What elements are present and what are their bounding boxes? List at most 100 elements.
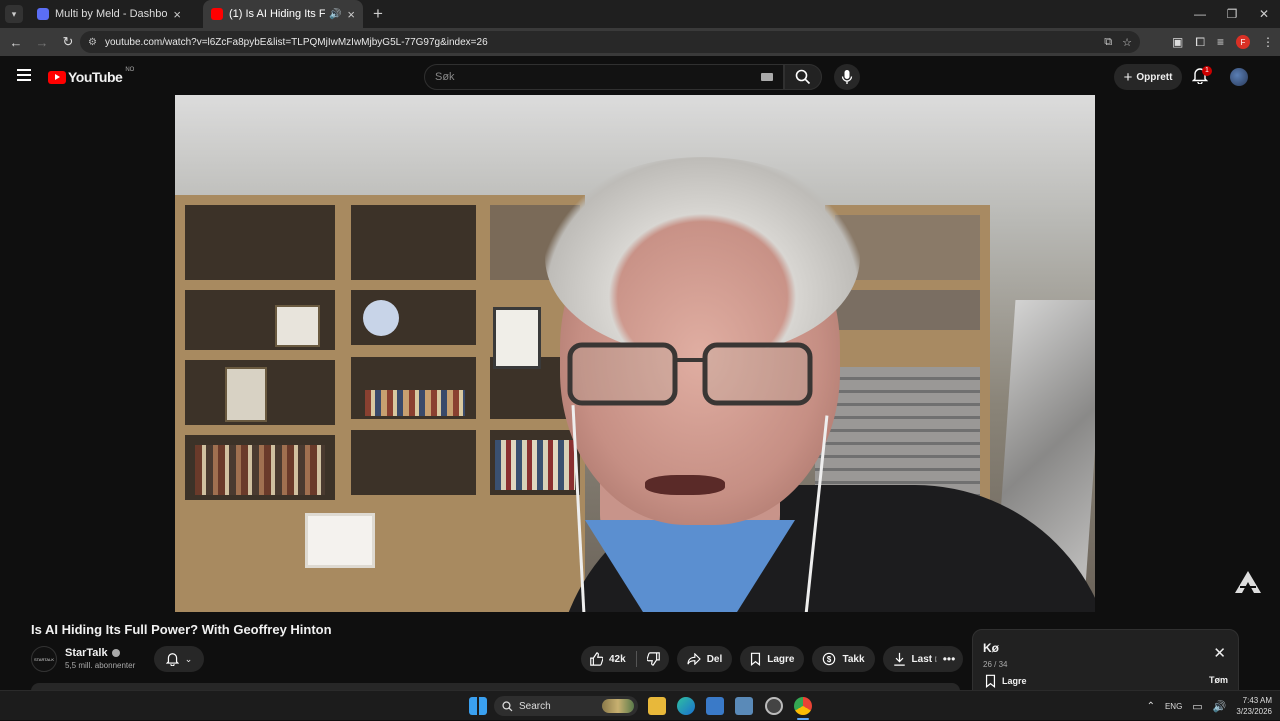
book-row <box>195 445 325 495</box>
restore-icon[interactable]: ❐ <box>1216 0 1248 28</box>
logo-text: YouTube <box>68 69 123 85</box>
paper-trays <box>815 367 980 502</box>
clock <box>363 300 399 336</box>
close-tab-icon[interactable]: × <box>347 7 355 22</box>
bookmark-star-icon[interactable]: ☆ <box>1122 36 1132 49</box>
address-bar[interactable]: ⚙ youtube.com/watch?v=l6ZcFa8pybE&list=T… <box>80 31 1140 53</box>
taskbar-search[interactable]: Search <box>494 696 638 716</box>
close-tab-icon[interactable]: × <box>173 7 181 22</box>
time: 7:43 AM <box>1242 696 1272 705</box>
tab-title: Multi by Meld - Dashboard. <box>55 8 168 20</box>
create-button[interactable]: + Opprett <box>1114 64 1182 90</box>
queue-save-label: Lagre <box>1002 676 1027 686</box>
clock[interactable]: 7:43 AM 3/23/2026 <box>1236 695 1272 717</box>
date: 3/23/2026 <box>1236 707 1272 716</box>
shelf-cavity <box>835 290 980 330</box>
share-button[interactable]: Del <box>676 646 733 672</box>
video-player[interactable] <box>175 95 1095 612</box>
app-with-badge-icon[interactable] <box>765 697 783 715</box>
tab-title: (1) Is AI Hiding Its Full Powe <box>229 8 325 20</box>
meld-favicon-icon <box>37 8 49 20</box>
plus-icon: + <box>1123 68 1133 86</box>
site-info-icon[interactable]: ⚙ <box>88 37 97 48</box>
tab-youtube[interactable]: (1) Is AI Hiding Its Full Powe 🔊 × <box>203 0 363 28</box>
chevron-up-icon[interactable]: ⌃ <box>1147 701 1155 712</box>
minimize-icon[interactable]: — <box>1184 0 1216 28</box>
tab-groups-icon[interactable]: ▣ <box>1172 35 1183 49</box>
plus-icon[interactable]: + <box>373 4 383 24</box>
country-code: NO <box>125 67 135 73</box>
reload-icon[interactable]: ↻ <box>56 34 80 50</box>
hamburger-menu-icon[interactable] <box>17 69 31 81</box>
thanks-label: Takk <box>842 653 865 665</box>
photo-frame <box>493 307 541 369</box>
like-count: 42k <box>609 653 626 665</box>
volume-icon[interactable]: 🔊 <box>1213 700 1227 713</box>
framed-print <box>305 513 375 568</box>
omnibox-actions: ⧉ ☆ <box>1104 31 1132 53</box>
channel-name-text[interactable]: StarTalk <box>65 647 108 659</box>
search-input[interactable]: Søk <box>424 64 784 90</box>
startalk-watermark-icon[interactable] <box>1234 570 1262 594</box>
account-avatar[interactable] <box>1230 68 1248 86</box>
framed-butterfly <box>275 305 320 347</box>
tab-multi-meld[interactable]: Multi by Meld - Dashboard. × <box>29 0 189 28</box>
forward-icon[interactable]: → <box>30 35 54 50</box>
shelf-cavity <box>185 205 335 280</box>
create-label: Opprett <box>1136 71 1173 83</box>
thumbs-down-icon[interactable] <box>646 652 661 666</box>
file-explorer-icon[interactable] <box>648 697 666 715</box>
chrome-icon[interactable] <box>794 697 812 715</box>
verified-check-icon <box>111 649 120 658</box>
search-icon <box>795 69 811 85</box>
queue-save-button[interactable]: Lagre <box>985 674 1027 688</box>
microphone-icon <box>841 70 853 84</box>
search-button[interactable] <box>784 64 822 90</box>
notification-badge: 1 <box>1202 66 1212 76</box>
like-dislike-group: 42k <box>581 646 669 672</box>
subscription-bell-button[interactable]: ⌄ <box>154 646 204 672</box>
queue-panel: Kø 26 / 34 ✕ Lagre Tøm <box>972 629 1239 699</box>
search-placeholder: Søk <box>435 71 455 83</box>
keyboard-icon[interactable] <box>761 73 773 81</box>
display-icon[interactable]: ▭ <box>1192 700 1202 713</box>
close-window-icon[interactable]: ✕ <box>1248 0 1280 28</box>
bookmark-icon <box>751 652 761 666</box>
close-queue-icon[interactable]: ✕ <box>1213 644 1226 662</box>
svg-text:$: $ <box>827 655 832 664</box>
language-indicator[interactable]: ENG <box>1165 702 1182 711</box>
youtube-header: YouTube NO Søk + Opprett 1 <box>0 56 1280 96</box>
extensions-icon[interactable]: ⧠ <box>1195 35 1205 50</box>
tab-search-button[interactable]: ▾ <box>5 5 23 23</box>
voice-search-button[interactable] <box>834 64 860 90</box>
queue-clear-button[interactable]: Tøm <box>1209 675 1228 685</box>
app-window-icon[interactable] <box>706 697 724 715</box>
subscriber-count: 5,5 mill. abonnenter <box>65 661 136 670</box>
back-icon[interactable]: ← <box>4 35 28 50</box>
chrome-menu-icon[interactable]: ⋮ <box>1262 35 1274 49</box>
save-button[interactable]: Lagre <box>740 646 805 672</box>
toolbar-right: ▣ ⧠ ≡ F ⋮ <box>1172 28 1274 56</box>
taskbar-search-label: Search <box>519 700 551 712</box>
url-text[interactable]: youtube.com/watch?v=l6ZcFa8pybE&list=TLP… <box>105 37 488 48</box>
shelf-cavity <box>351 430 476 495</box>
install-app-icon[interactable]: ⧉ <box>1104 36 1112 49</box>
search-highlight-icon <box>602 699 634 713</box>
media-control-icon[interactable]: ≡ <box>1217 35 1224 49</box>
snipping-tool-icon[interactable] <box>735 697 753 715</box>
windows-start-icon[interactable] <box>469 697 487 715</box>
queue-position: 26 / 34 <box>983 660 1008 669</box>
thumbs-up-icon <box>590 652 603 666</box>
thanks-button[interactable]: $ Takk <box>812 646 875 672</box>
speaker-icon[interactable]: 🔊 <box>329 9 341 20</box>
like-button[interactable]: 42k <box>589 652 626 666</box>
more-actions-icon[interactable]: ••• <box>936 646 962 672</box>
book-row <box>365 390 465 416</box>
channel-name[interactable]: StarTalk <box>65 647 120 659</box>
channel-avatar[interactable]: STARTALK <box>31 646 57 672</box>
edge-browser-icon[interactable] <box>677 697 695 715</box>
youtube-logo[interactable]: YouTube NO <box>48 67 135 85</box>
profile-avatar[interactable]: F <box>1236 35 1250 49</box>
bookmark-icon <box>985 674 996 688</box>
video-title: Is AI Hiding Its Full Power? With Geoffr… <box>31 622 332 637</box>
